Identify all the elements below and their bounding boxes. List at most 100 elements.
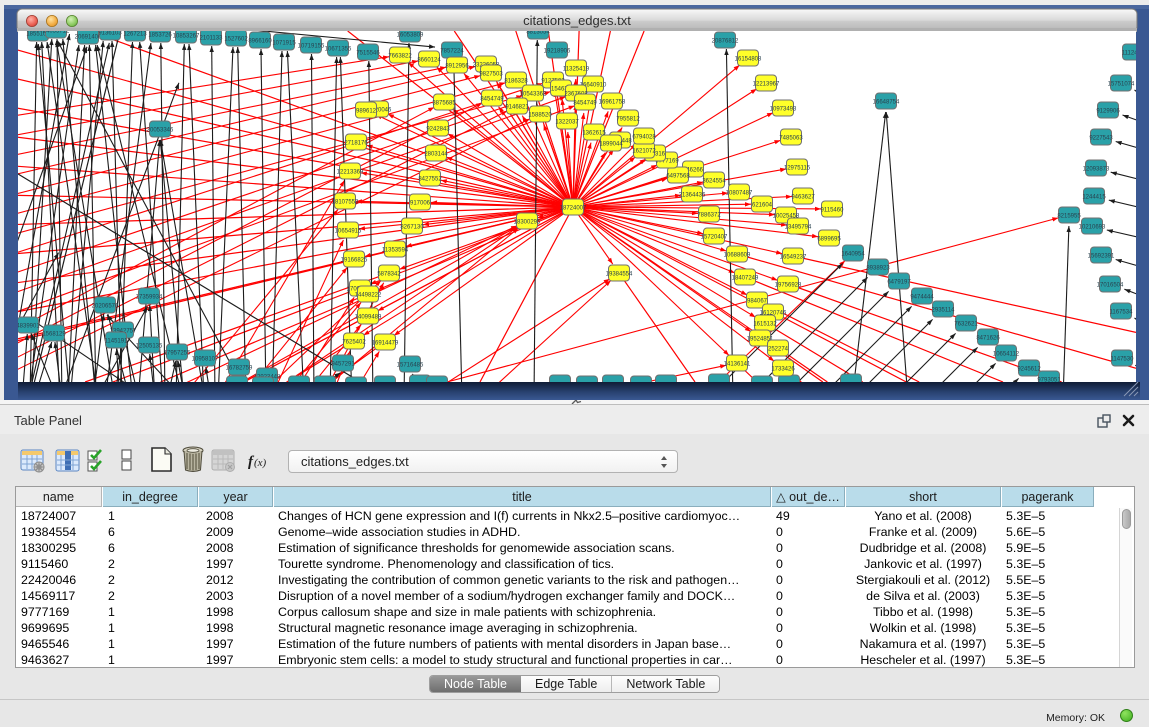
svg-text:2935114: 2935114 (932, 308, 956, 314)
svg-text:15716485: 15716485 (397, 363, 424, 369)
svg-text:10671355: 10671355 (325, 47, 352, 53)
svg-text:8215955: 8215955 (1057, 214, 1081, 220)
svg-text:16782759: 16782759 (226, 366, 253, 372)
svg-text:8454749: 8454749 (480, 97, 504, 103)
svg-text:3875685: 3875685 (432, 101, 456, 107)
svg-text:12213967: 12213967 (753, 82, 780, 88)
svg-text:1640954: 1640954 (841, 252, 865, 258)
svg-text:10654112: 10654112 (993, 352, 1020, 358)
svg-text:984067: 984067 (747, 299, 768, 305)
svg-text:18407249: 18407249 (732, 276, 759, 282)
svg-text:18724007: 18724007 (560, 206, 587, 212)
svg-text:2718176: 2718176 (344, 141, 368, 147)
svg-text:1621072: 1621072 (632, 149, 656, 155)
svg-text:1267213: 1267213 (123, 32, 147, 38)
svg-text:18300295: 18300295 (514, 220, 541, 226)
svg-text:9129906: 9129906 (1096, 109, 1120, 115)
svg-text:16549237: 16549237 (780, 255, 807, 261)
svg-text:11353594: 11353594 (382, 248, 409, 254)
svg-text:4839901: 4839901 (16, 324, 40, 330)
svg-text:19218906: 19218906 (544, 49, 571, 55)
svg-text:12505135: 12505135 (136, 344, 163, 350)
svg-text:7857224: 7857224 (440, 49, 464, 55)
svg-text:9463627: 9463627 (791, 195, 815, 201)
svg-text:20206576: 20206576 (92, 304, 119, 310)
svg-text:17957255: 17957255 (164, 351, 191, 357)
svg-text:7625402: 7625402 (342, 340, 366, 346)
svg-text:3624554: 3624554 (702, 179, 726, 185)
svg-text:20053346: 20053346 (147, 128, 174, 134)
svg-text:7515546: 7515546 (356, 51, 380, 57)
svg-text:9242843: 9242843 (426, 127, 450, 133)
svg-text:19756928: 19756928 (775, 283, 802, 289)
svg-text:8938923: 8938923 (866, 266, 890, 272)
svg-text:14498222: 14498222 (355, 293, 382, 299)
svg-text:1322037: 1322037 (555, 120, 579, 126)
svg-text:1167534: 1167534 (1110, 310, 1134, 316)
svg-text:10958107: 10958107 (192, 357, 219, 363)
svg-text:16154808: 16154808 (735, 57, 762, 63)
svg-text:15751074: 15751074 (1108, 82, 1135, 88)
svg-text:1853726: 1853726 (148, 33, 172, 39)
svg-text:15720407: 15720407 (701, 235, 728, 241)
svg-text:11325419: 11325419 (563, 67, 590, 73)
svg-text:1568129: 1568129 (42, 332, 66, 338)
svg-text:16053809: 16053809 (397, 33, 424, 39)
svg-text:621604: 621604 (752, 203, 773, 209)
svg-text:989612: 989612 (356, 109, 377, 115)
svg-text:8454749: 8454749 (573, 101, 597, 107)
svg-text:9457291: 9457291 (331, 362, 355, 368)
svg-text:17016504: 17016504 (1097, 283, 1124, 289)
svg-text:20876812: 20876812 (712, 39, 739, 45)
svg-text:1615132: 1615132 (753, 322, 777, 328)
svg-text:1145191: 1145191 (105, 339, 129, 345)
svg-text:9245612: 9245612 (1017, 367, 1041, 373)
svg-text:9474444: 9474444 (910, 295, 934, 301)
svg-text:10210693: 10210693 (1079, 225, 1106, 231)
svg-text:10719155: 10719155 (298, 44, 325, 50)
svg-text:16961758: 16961758 (599, 100, 626, 106)
svg-text:917006: 917006 (410, 201, 431, 207)
svg-text:1147530: 1147530 (1111, 357, 1135, 363)
svg-text:10807487: 10807487 (726, 191, 753, 197)
svg-text:15692391: 15692391 (1088, 254, 1115, 260)
svg-text:8267130: 8267130 (400, 225, 424, 231)
svg-text:6479197: 6479197 (887, 280, 911, 286)
svg-text:14099489: 14099489 (355, 315, 382, 321)
svg-text:8966160: 8966160 (248, 39, 272, 45)
svg-text:7955812: 7955812 (616, 117, 640, 123)
svg-text:(x): (x) (254, 457, 267, 469)
svg-text:9115460: 9115460 (821, 208, 845, 214)
svg-text:252274: 252274 (768, 347, 789, 353)
svg-text:1527602: 1527602 (224, 37, 248, 43)
svg-text:10688609: 10688609 (724, 253, 751, 259)
svg-text:10654915: 10654915 (335, 229, 362, 235)
svg-text:7485063: 7485063 (779, 136, 803, 142)
svg-text:8427552: 8427552 (418, 177, 442, 183)
svg-text:10973493: 10973493 (770, 107, 797, 113)
svg-text:citations_edges.txt: citations_edges.txt (523, 13, 631, 28)
svg-text:5878342: 5878342 (377, 272, 401, 278)
svg-text:12213369: 12213369 (337, 170, 364, 176)
svg-text:1588520: 1588520 (528, 113, 552, 119)
svg-text:8186328: 8186328 (504, 79, 528, 85)
svg-text:7886372: 7886372 (697, 213, 721, 219)
svg-text:9827503: 9827503 (479, 72, 503, 78)
svg-text:9136103: 9136103 (98, 31, 122, 37)
svg-text:1244415: 1244415 (1082, 195, 1106, 201)
svg-text:14136141: 14136141 (724, 362, 751, 368)
svg-text:16914479: 16914479 (372, 341, 399, 347)
svg-text:12975115: 12975115 (784, 166, 811, 172)
svg-text:9227543: 9227543 (1089, 136, 1113, 142)
svg-text:21364436: 21364436 (679, 193, 706, 199)
svg-text:6794028: 6794028 (632, 135, 656, 141)
svg-text:7632621: 7632621 (954, 322, 978, 328)
svg-text:1071915: 1071915 (272, 41, 296, 47)
svg-text:17359934: 17359934 (136, 295, 163, 301)
svg-text:19166825: 19166825 (341, 258, 368, 264)
svg-text:8912956: 8912956 (445, 64, 469, 70)
svg-text:8660124: 8660124 (417, 58, 441, 64)
svg-text:10853267: 10853267 (173, 34, 200, 40)
svg-text:2803144: 2803144 (424, 152, 448, 158)
svg-text:10543362: 10543362 (520, 92, 547, 98)
